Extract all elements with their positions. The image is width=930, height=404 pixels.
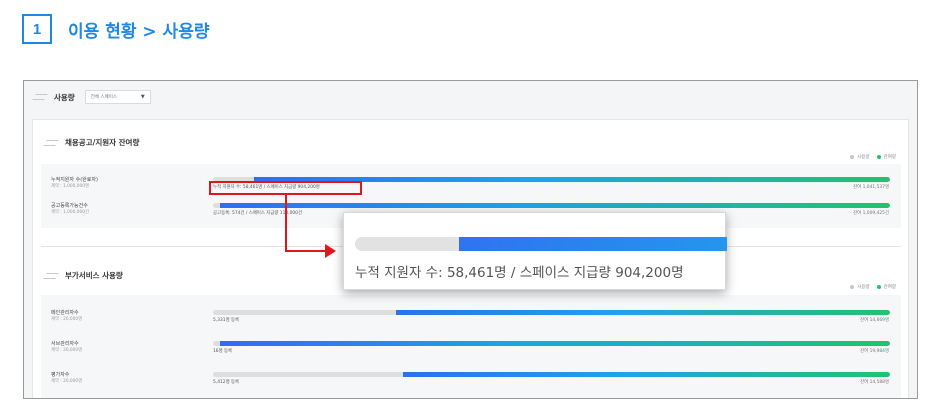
- legend-remain: 잔여량: [883, 285, 896, 290]
- remain-legend-dot: [876, 155, 881, 159]
- row-label: 평가자수: [51, 372, 70, 378]
- usage-bar: [213, 372, 890, 377]
- section-title: 채용공고/지원자 잔여량: [65, 138, 140, 147]
- step-number-badge: 1: [22, 14, 52, 44]
- legend-used: 사용량: [857, 155, 870, 160]
- legend: 사용량 잔여량: [850, 284, 896, 290]
- section-decoration-icon: [43, 272, 59, 279]
- usage-text: 5,412명 등록: [213, 380, 240, 385]
- remain-text: 잔여 19,984명: [860, 349, 889, 354]
- row-contract: 계약 : 1,000,000건: [51, 210, 89, 215]
- usage-text: 16명 등록: [213, 349, 233, 354]
- row-label: 누적지원자 수(완료자): [51, 177, 98, 183]
- usage-bar-fill: [219, 341, 890, 346]
- zoom-usage-bar: [355, 237, 727, 251]
- usage-text: 공고등록: 574건 / 스페이스 지급량 110,000건: [213, 211, 302, 216]
- usage-row: 누적지원자 수(완료자) 계약 : 1,000,000명 누적 지원자 수: 5…: [41, 174, 901, 200]
- section-decoration-icon: [43, 139, 59, 146]
- addon-panel: 메인관리자수 계약 : 20,000명 5,331명 등록 잔여 14,669명…: [41, 295, 901, 398]
- legend-remain: 잔여량: [883, 155, 896, 160]
- page-title: 사용량: [54, 92, 75, 102]
- usage-bar-fill: [395, 310, 890, 315]
- remain-text: 잔여 14,588명: [860, 380, 889, 385]
- row-label: 메인관리자수: [51, 310, 79, 316]
- step-number: 1: [32, 20, 42, 38]
- usage-bar: [213, 203, 890, 208]
- chevron-down-icon: ▼: [140, 94, 145, 100]
- step-title: 이용 현황 > 사용량: [68, 22, 210, 42]
- callout-connector: [285, 250, 327, 252]
- row-label: 서브관리자수: [51, 341, 79, 347]
- space-select-value: 전체 스페이스: [90, 95, 117, 100]
- used-legend-dot: [850, 155, 855, 159]
- row-contract: 계약 : 1,000,000명: [51, 184, 89, 189]
- row-contract: 계약 : 20,000명: [51, 379, 83, 384]
- row-contract: 계약 : 20,000명: [51, 317, 83, 322]
- usage-text: 5,331명 등록: [213, 318, 240, 323]
- legend-used: 사용량: [857, 285, 870, 290]
- zoom-text: 누적 지원자 수: 58,461명 / 스페이스 지급량 904,200명: [355, 265, 684, 281]
- remain-text: 잔여 1,009,425건: [853, 211, 889, 216]
- section-header-addon: 부가서비스 사용량: [43, 270, 123, 281]
- legend: 사용량 잔여량: [850, 154, 896, 160]
- usage-bar-fill: [402, 372, 890, 377]
- usage-row: 메인관리자수 계약 : 20,000명 5,331명 등록 잔여 14,669명: [41, 307, 901, 333]
- remain-text: 잔여 1,041,537명: [853, 185, 889, 190]
- section-header-recruit: 채용공고/지원자 잔여량: [43, 137, 140, 148]
- section-title: 부가서비스 사용량: [65, 271, 123, 280]
- usage-row: 서브관리자수 계약 : 20,000명 16명 등록 잔여 19,984명: [41, 338, 901, 364]
- usage-row: 평가자수 계약 : 20,000명 5,412명 등록 잔여 14,588명: [41, 369, 901, 395]
- zoom-usage-bar-fill: [459, 237, 727, 251]
- callout-connector: [285, 195, 287, 252]
- space-select[interactable]: 전체 스페이스 ▼: [84, 90, 151, 104]
- page-topbar: 사용량 전체 스페이스 ▼: [24, 81, 917, 113]
- row-contract: 계약 : 20,000명: [51, 348, 83, 353]
- usage-bar-fill: [219, 203, 890, 208]
- title-decoration-icon: [32, 94, 48, 100]
- arrow-right-icon: [325, 244, 336, 258]
- remain-text: 잔여 14,669명: [860, 318, 889, 323]
- highlight-box: [209, 181, 362, 195]
- zoom-callout: 누적 지원자 수: 58,461명 / 스페이스 지급량 904,200명: [343, 212, 727, 290]
- remain-legend-dot: [876, 285, 881, 289]
- usage-bar: [213, 341, 890, 346]
- used-legend-dot: [850, 285, 855, 289]
- usage-bar: [213, 310, 890, 315]
- row-label: 공고등록가능건수: [51, 203, 88, 209]
